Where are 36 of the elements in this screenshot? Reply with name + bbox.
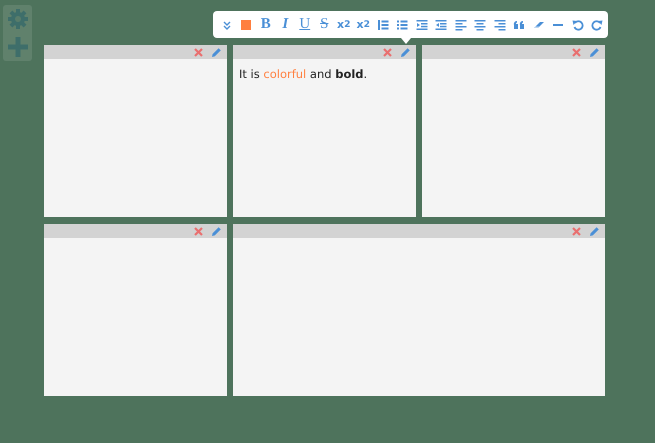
close-button[interactable]	[193, 226, 203, 236]
format-button[interactable]: B	[256, 14, 276, 34]
edit-button[interactable]	[211, 226, 222, 236]
pencil-icon	[589, 226, 600, 236]
format-button[interactable]: U	[295, 14, 314, 34]
numbered-list-icon	[376, 18, 389, 30]
edit-button[interactable]	[400, 46, 411, 58]
bullet-list-icon	[396, 18, 408, 30]
quote-icon	[513, 18, 526, 30]
close-icon	[572, 226, 580, 236]
format-button[interactable]: I	[276, 14, 295, 34]
pencil-icon	[211, 226, 222, 236]
edit-button[interactable]	[589, 46, 600, 58]
close-icon	[194, 48, 202, 56]
undo-icon	[572, 18, 584, 30]
align-left-icon	[454, 18, 467, 30]
panel-text: It is colorful and bold.	[239, 67, 368, 81]
double-chevron-down-icon	[220, 18, 233, 30]
format-button[interactable]: S	[314, 14, 334, 34]
close-icon	[194, 226, 202, 236]
pencil-icon	[400, 46, 411, 58]
outdent-icon	[435, 18, 448, 30]
pencil-icon	[589, 46, 600, 58]
align-center-icon	[474, 18, 486, 30]
indent-icon	[416, 18, 428, 30]
close-icon	[382, 48, 392, 56]
redo-icon	[591, 18, 604, 30]
close-button[interactable]	[571, 47, 581, 57]
close-icon	[572, 48, 580, 56]
close-button[interactable]	[382, 47, 392, 57]
close-button[interactable]	[193, 47, 203, 57]
edit-button[interactable]	[211, 46, 222, 58]
edit-button[interactable]	[589, 226, 600, 236]
close-button[interactable]	[571, 226, 581, 236]
align-right-icon	[494, 18, 506, 30]
pencil-icon	[211, 46, 222, 58]
